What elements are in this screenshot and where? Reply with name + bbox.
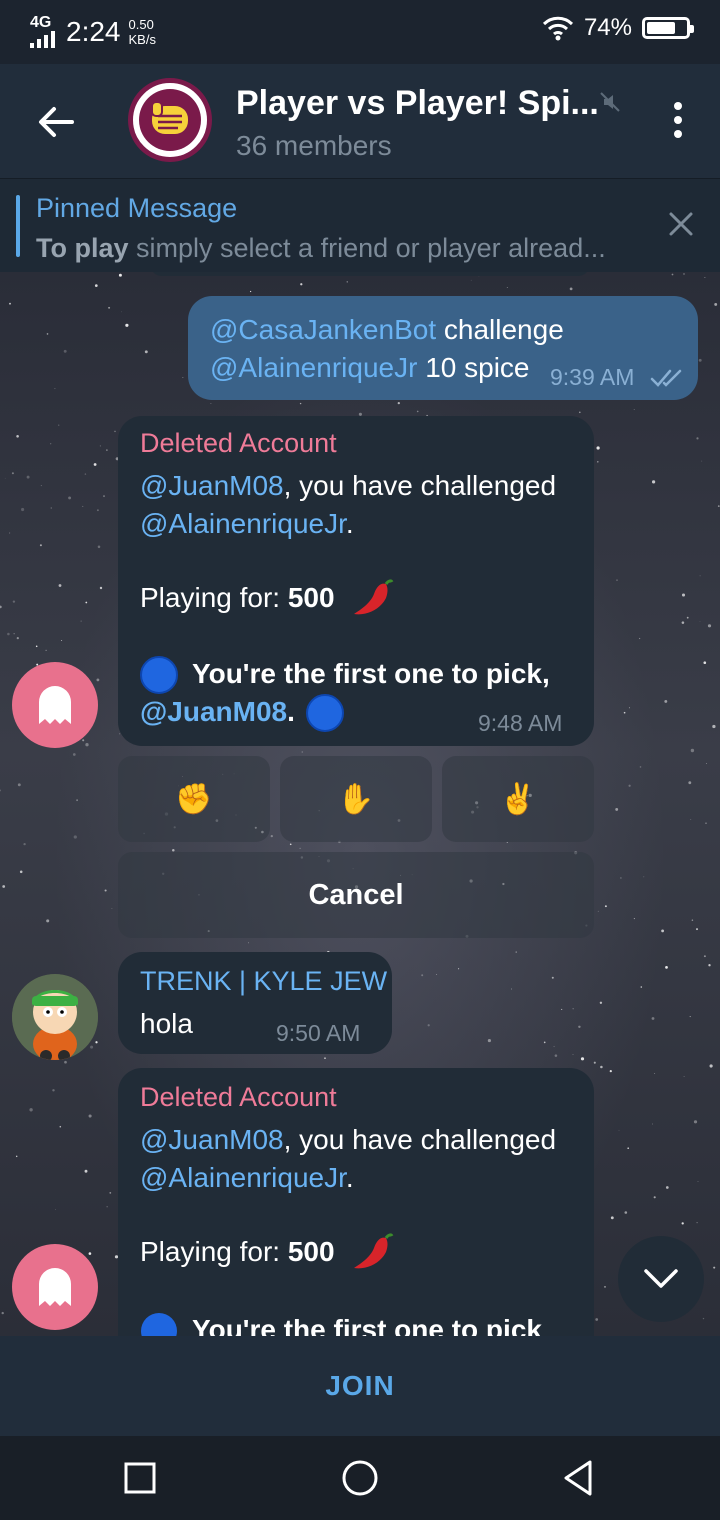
pick-text: You're the first one to pick,	[192, 658, 550, 689]
chevron-down-icon	[644, 1269, 678, 1288]
message-text: .	[345, 1162, 354, 1193]
chili-pepper-icon	[354, 579, 394, 615]
signal-icon: 4G	[28, 14, 58, 50]
system-navigation-bar	[0, 1436, 720, 1520]
kyle-avatar-icon	[12, 974, 98, 1060]
member-count: 36 members	[236, 130, 392, 161]
mention-user[interactable]: @AlainenriqueJr	[140, 1162, 346, 1193]
message-text: 10 spice	[417, 352, 530, 383]
join-bar: JOIN	[0, 1336, 720, 1436]
message-time: 9:50 AM	[276, 1020, 361, 1046]
home-icon[interactable]	[340, 1458, 380, 1498]
pinned-title: Pinned Message	[36, 193, 238, 223]
chat-title[interactable]: Player vs Player! Spi...	[236, 84, 599, 123]
blue-circle-icon	[141, 1313, 177, 1336]
battery-percent: 74%	[583, 14, 632, 41]
message-text: hola	[140, 1008, 193, 1039]
playing-value: 500	[287, 582, 335, 613]
status-time: 2:24	[66, 16, 121, 47]
more-options-icon[interactable]	[674, 102, 682, 138]
message-time: 9:39 AM	[550, 364, 635, 390]
muted-icon	[600, 92, 620, 112]
back-icon[interactable]	[558, 1458, 598, 1498]
outgoing-message[interactable]: @CasaJankenBot challenge @AlainenriqueJr…	[188, 296, 698, 400]
pinned-text-bold: To play	[36, 233, 129, 263]
mention-user[interactable]: @JuanM08	[140, 1124, 284, 1155]
pinned-text: To play simply select a friend or player…	[36, 233, 636, 264]
speed-unit: KB/s	[128, 32, 156, 47]
pinned-message[interactable]: Pinned Message To play simply select a f…	[0, 178, 720, 272]
pinned-text-rest: simply select a friend or player alread.…	[128, 233, 606, 263]
sender-name[interactable]: TRENK | KYLE JEW	[140, 966, 387, 997]
playing-value: 500	[287, 1236, 335, 1267]
mention-bot[interactable]: @CasaJankenBot	[210, 314, 436, 345]
network-type: 4G	[30, 14, 52, 31]
bot-message-2[interactable]: Deleted Account @JuanM08, you have chall…	[118, 1068, 594, 1336]
join-button[interactable]: JOIN	[325, 1370, 394, 1402]
paper-button[interactable]: ✋	[280, 756, 432, 842]
speed-value: 0.50	[128, 17, 154, 32]
wifi-icon	[542, 16, 574, 41]
ghost-icon	[39, 1268, 71, 1306]
chat-header: Player vs Player! Spi... 36 members	[0, 64, 720, 178]
pinned-indicator	[16, 195, 20, 257]
mention-user[interactable]: @AlainenriqueJr	[140, 508, 346, 539]
recent-apps-icon[interactable]	[120, 1458, 160, 1498]
mention-user[interactable]: @JuanM08	[140, 470, 284, 501]
sender-name[interactable]: Deleted Account	[140, 1082, 337, 1113]
chili-pepper-icon	[354, 1233, 394, 1269]
paper-hand-icon: ✋	[337, 782, 375, 816]
mention-user[interactable]: @AlainenriqueJr	[210, 352, 417, 383]
blue-circle-icon	[140, 656, 178, 694]
message-text: , you have challenged	[283, 1124, 557, 1155]
message-line: @AlainenriqueJr.	[140, 1162, 354, 1194]
double-check-icon	[650, 369, 682, 387]
chat-area[interactable]: @CasaJankenBot challenge @AlainenriqueJr…	[0, 272, 720, 1336]
rock-fist-icon: ✊	[175, 782, 213, 816]
back-arrow-icon[interactable]	[34, 100, 78, 144]
message-time: 9:48 AM	[478, 710, 563, 736]
thumbs-up-icon	[151, 101, 188, 134]
user-message[interactable]: TRENK | KYLE JEW hola 9:50 AM	[118, 952, 392, 1054]
sender-name[interactable]: Deleted Account	[140, 428, 337, 459]
bot-message-1[interactable]: Deleted Account @JuanM08, you have chall…	[118, 416, 594, 746]
message-line: @AlainenriqueJr.	[140, 508, 354, 540]
message-line: @JuanM08, you have challenged	[140, 1124, 556, 1156]
message-text: , you have challenged	[283, 470, 557, 501]
ghost-icon	[39, 686, 71, 724]
message-line: Playing for: 500	[140, 1236, 335, 1268]
scroll-down-button[interactable]	[618, 1236, 704, 1322]
message-line: @JuanM08, you have challenged	[140, 470, 556, 502]
previous-message-edge	[150, 272, 590, 276]
battery-icon	[642, 17, 694, 39]
scissors-button[interactable]: ✌️	[442, 756, 594, 842]
cancel-button[interactable]: Cancel	[118, 852, 594, 938]
close-icon[interactable]	[668, 211, 694, 237]
network-speed: 0.50 KB/s	[129, 17, 156, 47]
message-line-2: @AlainenriqueJr 10 spice	[210, 352, 530, 384]
playing-label: Playing for:	[140, 1236, 288, 1267]
group-avatar[interactable]	[128, 78, 212, 162]
scissors-hand-icon: ✌️	[499, 782, 537, 816]
rock-button[interactable]: ✊	[118, 756, 270, 842]
message-line: Playing for: 500	[140, 582, 335, 614]
mention-user[interactable]: @JuanM08	[140, 696, 287, 727]
deleted-account-avatar[interactable]	[12, 1244, 98, 1330]
status-bar: 4G 2:24 0.50 KB/s 74%	[0, 0, 720, 64]
message-line: @JuanM08.	[140, 696, 295, 727]
message-text: .	[345, 508, 354, 539]
message-line-1: @CasaJankenBot challenge	[210, 314, 564, 346]
deleted-account-avatar[interactable]	[12, 662, 98, 748]
playing-label: Playing for:	[140, 582, 288, 613]
user-avatar[interactable]	[12, 974, 98, 1060]
blue-circle-icon	[306, 694, 344, 732]
pick-text: You're the first one to pick	[192, 1314, 542, 1336]
message-text: challenge	[436, 314, 564, 345]
